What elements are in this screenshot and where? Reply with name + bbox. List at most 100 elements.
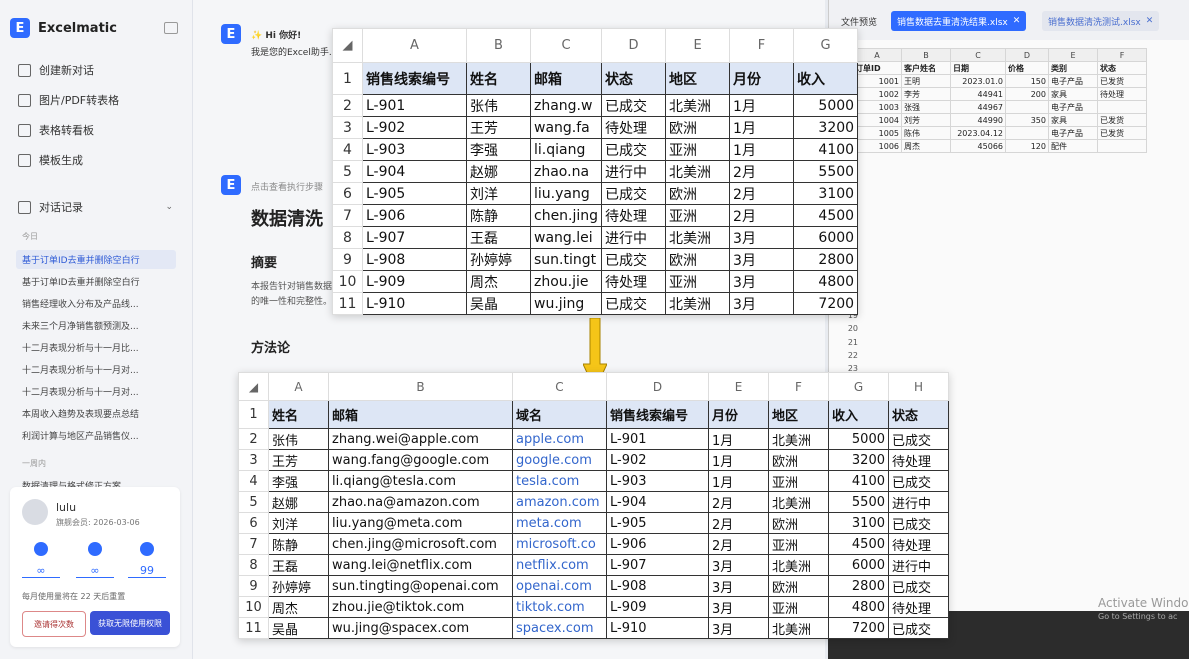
table-cell[interactable]: 3200 [793,116,859,139]
row-number[interactable]: 3 [332,116,363,139]
table-cell[interactable]: 7200 [793,292,859,315]
table-cell[interactable]: L-908 [606,575,709,597]
table-cell[interactable]: 孙婷婷 [268,575,329,597]
table-cell[interactable]: tiktok.com [512,596,607,618]
row-number[interactable]: 7 [238,533,269,555]
table-cell[interactable]: 已发货 [1097,126,1147,140]
logo[interactable]: E Excelmatic [10,18,117,38]
table-cell[interactable]: L-904 [362,160,467,183]
row-number[interactable]: 1 [238,400,269,429]
table-cell[interactable]: 5000 [828,428,889,450]
table-cell[interactable]: zhang.w [529,94,603,117]
header-cell[interactable]: 域名 [512,400,607,429]
table-cell[interactable]: 7200 [828,617,889,639]
table-cell[interactable]: 6000 [793,226,859,249]
table-cell[interactable]: 1月 [729,94,795,117]
history-item[interactable]: 基于订单ID去重并删除空白行 [16,250,176,269]
table-cell[interactable]: 亚洲 [768,533,829,555]
table-cell[interactable]: 3月 [708,554,769,576]
table-cell[interactable]: 北美洲 [768,428,829,450]
table-cell[interactable]: 3月 [729,270,795,293]
table-cell[interactable]: 吴晶 [466,292,531,315]
table-cell[interactable]: zhao.na@amazon.com [328,491,513,513]
table-cell[interactable]: 已成交 [601,138,667,161]
history-item[interactable]: 未来三个月净销售额预测及... [16,316,176,335]
table-cell[interactable]: 已成交 [601,292,667,315]
table-cell[interactable]: 1月 [729,116,795,139]
table-cell[interactable]: 欧洲 [768,512,829,534]
table-cell[interactable]: 孙婷婷 [466,248,531,271]
table-cell[interactable]: 欧洲 [768,449,829,471]
column-header[interactable]: F [729,28,795,63]
table-cell[interactable]: 2023.04.12 [950,126,1006,140]
row-number[interactable]: 2 [332,94,363,117]
table-cell[interactable]: L-901 [606,428,709,450]
table-cell[interactable]: 进行中 [601,226,667,249]
header-cell[interactable]: 销售线索编号 [606,400,709,429]
table-cell[interactable]: 张伟 [466,94,531,117]
table-cell[interactable]: microsoft.co [512,533,607,555]
table-cell[interactable]: 已成交 [601,94,667,117]
column-header[interactable]: E [665,28,731,63]
history-item[interactable]: 基于订单ID去重并删除空白行 [16,272,176,291]
header-cell[interactable]: 地区 [768,400,829,429]
table-cell[interactable]: L-909 [362,270,467,293]
table-cell[interactable]: 1月 [708,449,769,471]
row-number[interactable]: 2 [238,428,269,450]
table-cell[interactable]: 45066 [950,139,1006,153]
header-cell[interactable]: 地区 [665,62,731,95]
table-cell[interactable]: L-903 [362,138,467,161]
file-tab[interactable]: 销售数据清洗测试.xlsx ✕ [1042,11,1160,31]
table-cell[interactable]: 44941 [950,87,1006,101]
header-cell[interactable]: 日期 [950,61,1006,75]
row-number[interactable]: 9 [238,575,269,597]
table-cell[interactable]: wang.lei [529,226,603,249]
table-cell[interactable]: 4800 [793,270,859,293]
table-cell[interactable]: 北美洲 [768,491,829,513]
table-cell[interactable]: 3月 [708,575,769,597]
table-cell[interactable]: 1004 [852,113,902,127]
table-cell[interactable]: 待处理 [888,449,949,471]
table-cell[interactable]: 5000 [793,94,859,117]
table-cell[interactable] [1097,139,1147,153]
table-cell[interactable]: 亚洲 [768,470,829,492]
table-cell[interactable]: apple.com [512,428,607,450]
table-cell[interactable]: 150 [1005,74,1049,88]
row-number[interactable]: 4 [238,470,269,492]
table-cell[interactable]: L-901 [362,94,467,117]
table-cell[interactable]: chen.jing [529,204,603,227]
table-cell[interactable]: 刘洋 [268,512,329,534]
row-number[interactable]: 5 [238,491,269,513]
header-cell[interactable]: 收入 [828,400,889,429]
table-cell[interactable]: 已成交 [888,428,949,450]
table-cell[interactable]: 陈静 [466,204,531,227]
table-cell[interactable]: 电子产品 [1048,74,1098,88]
table-cell[interactable]: 4100 [828,470,889,492]
table-cell[interactable]: 欧洲 [768,575,829,597]
header-cell[interactable]: 客户姓名 [901,61,951,75]
table-cell[interactable]: google.com [512,449,607,471]
column-header[interactable]: F [1097,48,1147,62]
header-cell[interactable]: 姓名 [268,400,329,429]
table-cell[interactable]: 已成交 [601,182,667,205]
history-section[interactable]: 对话记录 ⌄ [18,199,173,215]
header-cell[interactable]: 邮箱 [328,400,513,429]
column-header[interactable]: E [1048,48,1098,62]
table-cell[interactable]: 1003 [852,100,902,114]
table-cell[interactable]: L-902 [362,116,467,139]
table-cell[interactable]: sun.tingt [529,248,603,271]
select-all-corner[interactable]: ◢ [238,372,269,401]
table-cell[interactable]: 2023.01.0 [950,74,1006,88]
table-cell[interactable]: 北美洲 [665,292,731,315]
table-cell[interactable]: 王磊 [466,226,531,249]
header-cell[interactable]: 类别 [1048,61,1098,75]
table-cell[interactable]: 3月 [729,248,795,271]
column-header[interactable]: A [852,48,902,62]
table-cell[interactable]: 亚洲 [665,138,731,161]
table-cell[interactable]: 2月 [729,182,795,205]
table-cell[interactable]: 2月 [729,204,795,227]
table-cell[interactable]: liu.yang [529,182,603,205]
table-cell[interactable]: 周杰 [466,270,531,293]
table-cell[interactable]: L-909 [606,596,709,618]
column-header[interactable]: A [362,28,467,63]
